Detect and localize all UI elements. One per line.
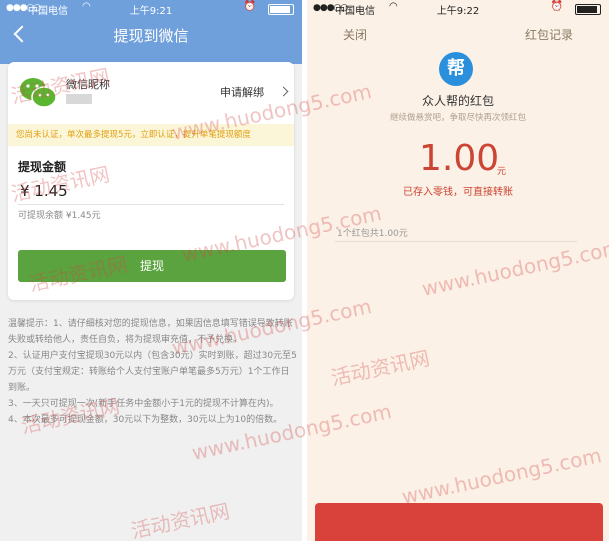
records-button[interactable]: 红包记录 bbox=[525, 26, 573, 43]
red-packet-title: 众人帮的红包 bbox=[421, 94, 494, 108]
chevron-right-icon[interactable] bbox=[278, 86, 289, 97]
status-bar: ●●●○○ 中国电信 ◠ 上午9:21 ⏰ bbox=[0, 0, 302, 17]
red-packet-amount: 1.00 bbox=[419, 138, 500, 179]
withdraw-screen: ●●●○○ 中国电信 ◠ 上午9:21 ⏰ 提现到微信 微信昵称 申请解绑 您尚… bbox=[0, 0, 302, 541]
withdraw-button[interactable]: 提现 bbox=[18, 250, 286, 282]
red-packet-footer bbox=[315, 503, 603, 541]
alarm-icon: ⏰ bbox=[550, 1, 563, 12]
unbind-link[interactable]: 申请解绑 bbox=[220, 84, 264, 100]
status-bar: ●●●○○ 中国电信 ◠ 上午9:22 ⏰ bbox=[307, 0, 609, 17]
alarm-icon: ⏰ bbox=[243, 1, 256, 12]
divider bbox=[18, 204, 284, 205]
page-title: 提现到微信 bbox=[113, 27, 189, 45]
wechat-nickname: 微信昵称 bbox=[66, 78, 110, 91]
nav-bar: ●●●○○ 中国电信 ◠ 上午9:21 ⏰ 提现到微信 bbox=[0, 0, 302, 64]
red-packet-subtitle: 继续做悬赏吧，争取尽快再次领红包 bbox=[389, 113, 526, 123]
clock-label: 上午9:22 bbox=[436, 6, 480, 17]
tips-section: 温馨提示：1、请仔细核对您的提现信息，如果因信息填写错误导致转账失败或转给他人，… bbox=[8, 316, 298, 428]
tip-item: 温馨提示：1、请仔细核对您的提现信息，如果因信息填写错误导致转账失败或转给他人，… bbox=[8, 319, 293, 345]
red-packet-count: 1个红包共1.00元 bbox=[337, 229, 408, 239]
tip-item: 2、认证用户支付宝提现30元以内（包含30元）实时到账，超过30元至5万元（支付… bbox=[8, 351, 297, 393]
amount-label: 提现金额 bbox=[18, 160, 67, 174]
clock-label: 上午9:21 bbox=[129, 6, 173, 17]
close-button[interactable]: 关闭 bbox=[343, 26, 367, 43]
available-balance: 可提现余额 ¥1.45元 bbox=[18, 211, 101, 221]
wechat-icon bbox=[20, 78, 57, 108]
tip-item: 3、一天只可提现一次(新手任务中金额小于1元的提现不计算在内)。 bbox=[8, 399, 279, 409]
amount-unit: 元 bbox=[497, 167, 507, 177]
verification-notice[interactable]: 您尚未认证，单次最多提现5元，立即认证，提升单笔提现额度 bbox=[8, 124, 294, 146]
tip-item: 4、本次最多可提现金额，30元以下为整数，30元以上为10的倍数。 bbox=[8, 415, 283, 425]
battery-icon bbox=[268, 4, 294, 15]
withdraw-card: 微信昵称 申请解绑 您尚未认证，单次最多提现5元，立即认证，提升单笔提现额度 提… bbox=[8, 62, 294, 300]
avatar bbox=[66, 94, 92, 104]
red-packet-screen: ●●●○○ 中国电信 ◠ 上午9:22 ⏰ 关闭 红包记录 帮 众人帮的红包 继… bbox=[307, 0, 609, 541]
app-logo: 帮 bbox=[439, 52, 473, 86]
battery-icon bbox=[575, 4, 601, 15]
amount-input[interactable]: ¥ 1.45 bbox=[20, 182, 68, 200]
stored-message: 已存入零钱，可直接转账 bbox=[403, 187, 513, 198]
divider bbox=[335, 241, 577, 242]
